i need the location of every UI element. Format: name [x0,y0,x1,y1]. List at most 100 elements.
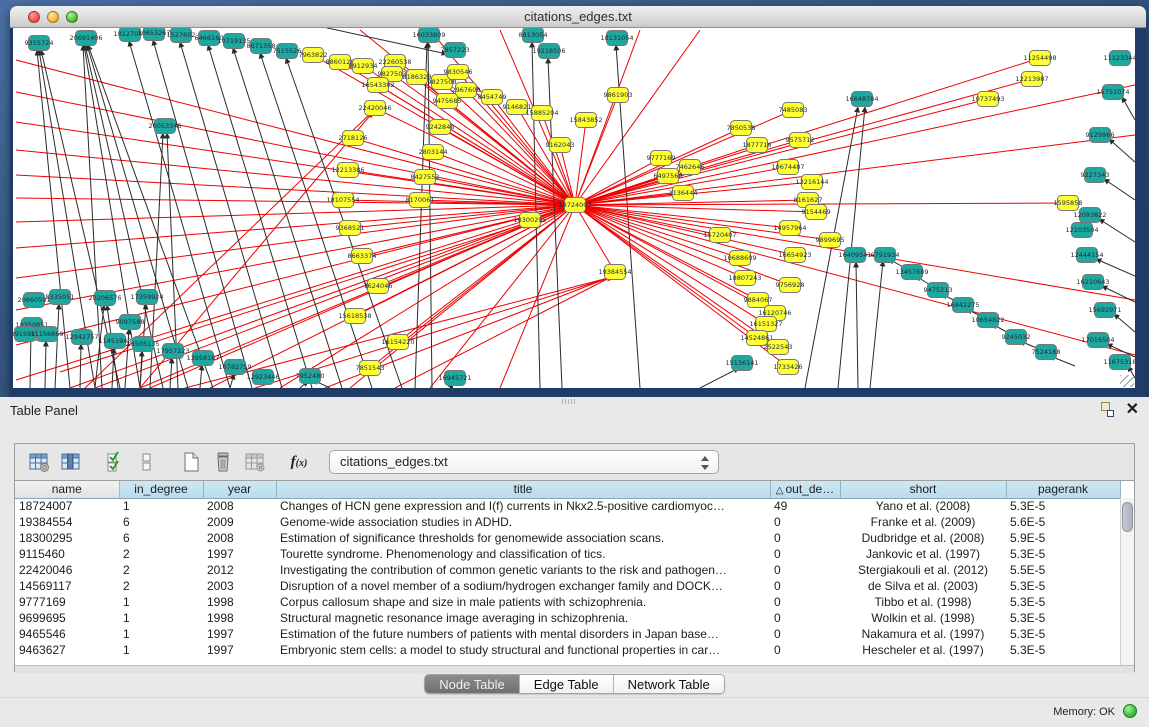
cell-title[interactable]: Structural magnetic resonance image aver… [276,610,770,626]
cell-pagerank[interactable]: 5.3E-5 [1006,546,1120,562]
cell-pagerank[interactable]: 5.3E-5 [1006,594,1120,610]
graph-node-selected[interactable]: 9777169 [647,151,676,166]
cell-short[interactable]: Tibbo et al. (1998) [840,594,1006,610]
graph-edge[interactable] [170,358,172,388]
graph-node[interactable]: 9227343 [1081,168,1110,183]
graph-edge[interactable] [200,365,202,388]
graph-edge[interactable] [45,341,46,388]
cell-in_degree[interactable]: 2 [119,578,203,594]
graph-node-selected[interactable]: 19384554 [598,265,631,280]
graph-node-selected[interactable]: 2718126 [339,131,368,146]
cell-year[interactable]: 1998 [203,610,276,626]
cell-out_degree[interactable]: 0 [770,578,840,594]
table-row[interactable]: 1938455462009Genome-wide association stu… [15,514,1120,530]
graph-node-selected[interactable]: 12213987 [1015,72,1048,87]
graph-node[interactable]: 6791934 [871,248,900,263]
cell-out_degree[interactable]: 0 [770,626,840,642]
tab-network-table[interactable]: Network Table [614,675,724,693]
graph-node-selected[interactable]: 7963822 [299,48,328,63]
graph-edge[interactable] [1102,286,1135,302]
cell-name[interactable]: 9115460 [15,546,119,562]
column-header-name[interactable]: name [15,481,119,498]
panel-split-handle[interactable] [562,399,576,404]
graph-node[interactable]: 15136141 [725,356,758,371]
graph-node[interactable]: 11675318 [1103,355,1135,370]
vertical-scrollbar-thumb[interactable] [1122,502,1133,532]
column-header-in_degree[interactable]: in_degree [119,481,203,498]
cell-name[interactable]: 18724007 [15,498,119,514]
cell-short[interactable]: Nakamura et al. (1997) [840,626,1006,642]
graph-edge[interactable] [1109,139,1135,162]
graph-node-selected[interactable]: 2522543 [764,340,793,355]
graph-node-selected[interactable]: 16654923 [778,248,811,263]
graph-node-selected[interactable]: 9162043 [546,138,575,153]
cell-year[interactable]: 1998 [203,594,276,610]
cell-short[interactable]: Dudbridge et al. (2008) [840,530,1006,546]
delete-columns-icon[interactable] [210,449,236,475]
cell-title[interactable]: Tourette syndrome. Phenomenology and cla… [276,546,770,562]
graph-node-selected[interactable]: 12213386 [331,163,364,178]
table-row[interactable]: 2242004622012Investigating the contribut… [15,562,1120,578]
cell-out_degree[interactable]: 0 [770,610,840,626]
graph-node[interactable]: 17957223 [156,344,189,359]
graph-edge[interactable] [95,224,527,388]
graph-node[interactable]: 11123344 [1103,51,1135,66]
cell-short[interactable]: Wolkin et al. (1998) [840,610,1006,626]
graph-node[interactable]: 10654822 [971,313,1004,328]
graph-node-selected[interactable]: 9368521 [336,221,365,236]
network-graph-svg[interactable]: 1872400779638228860128891293422260538982… [13,28,1135,388]
cell-pagerank[interactable]: 5.3E-5 [1006,642,1120,658]
cell-in_degree[interactable]: 1 [119,610,203,626]
graph-node[interactable]: 9355724 [25,36,54,51]
graph-node[interactable]: 1527602 [167,28,196,43]
graph-node-selected[interactable]: 2803144 [419,145,448,160]
graph-node-selected[interactable]: 9830546 [444,65,473,80]
graph-edge[interactable] [430,205,575,388]
graph-edge[interactable] [700,368,739,388]
table-row[interactable]: 969969511998Structural magnetic resonanc… [15,610,1120,626]
graph-node[interactable]: 7515526 [273,44,302,59]
graph-edge[interactable] [1122,97,1135,120]
cell-short[interactable]: de Silva et al. (2003) [840,578,1006,594]
vertical-scrollbar[interactable] [1120,498,1134,665]
graph-edge[interactable] [1104,179,1135,200]
cell-name[interactable]: 9463627 [15,642,119,658]
graph-node-selected[interactable]: 8663374 [348,249,377,264]
cell-in_degree[interactable]: 1 [119,642,203,658]
graph-edge[interactable] [428,42,432,388]
graph-edge[interactable] [1099,219,1135,242]
graph-node[interactable]: 9475213 [924,283,953,298]
graph-node-selected[interactable]: 11254498 [1023,51,1056,66]
show-columns-icon[interactable] [58,449,84,475]
column-header-short[interactable]: short [840,481,1006,498]
close-panel-icon[interactable]: ✕ [1126,402,1139,417]
cell-pagerank[interactable]: 5.5E-5 [1006,562,1120,578]
column-header-pagerank[interactable]: pagerank [1006,481,1120,498]
cell-short[interactable]: Hescheler et al. (1997) [840,642,1006,658]
graph-node[interactable]: 12103504 [1065,223,1098,238]
cell-year[interactable]: 2012 [203,562,276,578]
graph-edge[interactable] [153,40,252,388]
graph-edge[interactable] [575,205,1135,355]
graph-node-selected[interactable]: 8912934 [349,59,378,74]
cell-short[interactable]: Stergiakouli et al. (2012) [840,562,1006,578]
select-all-icon[interactable] [102,449,128,475]
cell-short[interactable]: Franke et al. (2009) [840,514,1006,530]
graph-edge[interactable] [1096,259,1135,276]
cell-pagerank[interactable]: 5.6E-5 [1006,514,1120,530]
graph-node-selected[interactable]: 1877716 [743,138,772,153]
cell-short[interactable]: Yano et al. (2008) [840,498,1006,514]
cell-in_degree[interactable]: 1 [119,594,203,610]
graph-node[interactable]: 13457689 [895,265,928,280]
graph-node[interactable]: 9129966 [1086,128,1115,143]
graph-edge[interactable] [433,152,575,205]
cell-name[interactable]: 9465546 [15,626,119,642]
graph-edge[interactable] [395,276,613,388]
graph-node[interactable]: 9097588 [116,315,145,330]
graph-node[interactable]: 13958167 [186,351,219,366]
new-table-icon[interactable] [178,449,204,475]
graph-node-selected[interactable]: 1595858 [1054,196,1083,211]
graph-edge[interactable] [16,60,575,205]
cell-pagerank[interactable]: 5.3E-5 [1006,626,1120,642]
graph-node-selected[interactable]: 9242848 [426,120,455,135]
